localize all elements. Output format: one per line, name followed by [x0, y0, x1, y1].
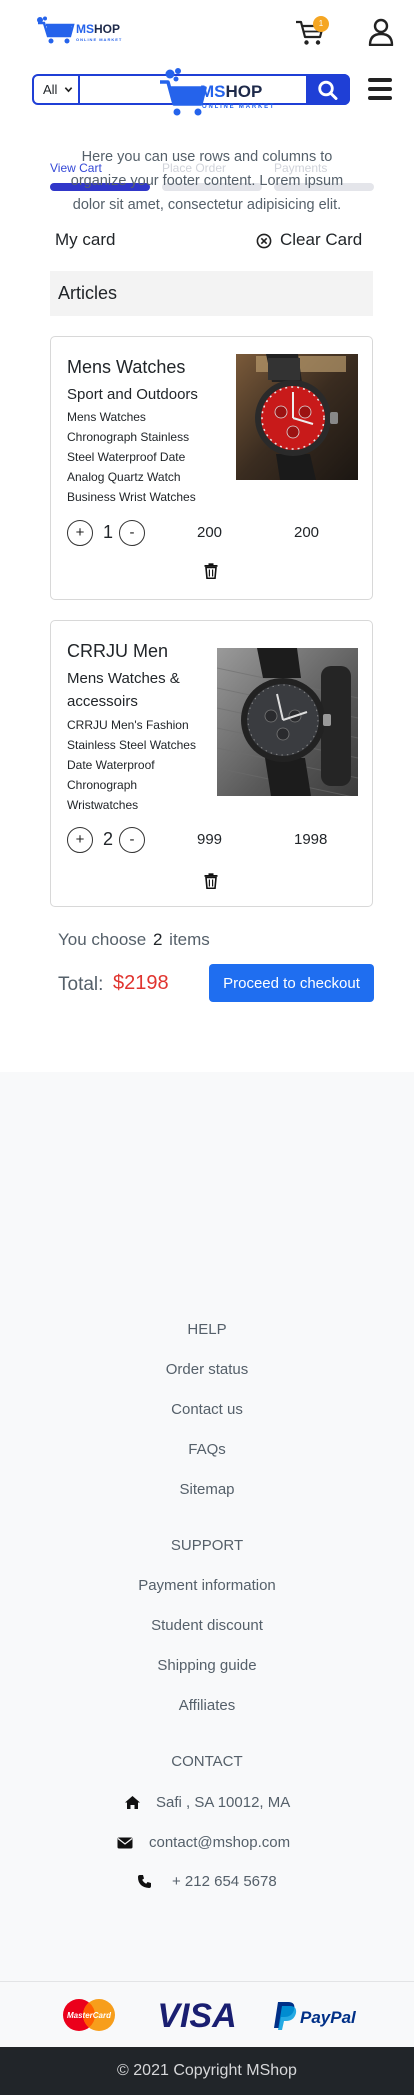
red-watch-image — [236, 354, 358, 480]
footer-link-payment-information[interactable]: Payment information — [0, 1577, 414, 1594]
mastercard-label: MasterCard — [67, 2011, 112, 2020]
decrease-quantity-button[interactable]: - — [119, 827, 145, 853]
increase-quantity-button[interactable]: + — [67, 520, 93, 546]
logo-hop: HOP — [94, 22, 121, 36]
footer-help-heading: HELP — [187, 1321, 227, 1338]
item-description: CRRJU Men's Fashion Stainless Steel Watc… — [67, 715, 196, 815]
footer-link-sitemap[interactable]: Sitemap — [0, 1481, 414, 1498]
item-title: Mens Watches — [67, 357, 186, 377]
item-description: Mens Watches Chronograph Stainless Steel… — [67, 407, 196, 507]
item-quantity: 1 — [103, 522, 114, 542]
item-description-line: Wristwatches — [67, 798, 139, 812]
item-line-total: 200 — [294, 524, 320, 541]
black-watch-image — [217, 648, 358, 796]
cart-count-badge: 1 — [313, 16, 329, 32]
home-icon — [124, 1795, 141, 1815]
visa-icon: VISA — [157, 1997, 236, 2032]
user-account-button[interactable] — [368, 18, 394, 47]
paypal-label: PayPal — [300, 2008, 356, 2027]
mastercard-icon: MasterCard — [63, 1999, 115, 2031]
cart-item: CRRJU Men Mens Watches & accessoirs CRRJ… — [50, 620, 373, 907]
item-description-line: Chronograph — [67, 778, 138, 792]
footer-contact-heading: CONTACT — [171, 1753, 243, 1770]
item-description-line: Stainless Steel Watches — [67, 738, 196, 752]
remove-item-button[interactable] — [204, 563, 218, 580]
item-description-line: Steel Waterproof Date — [67, 450, 186, 464]
item-quantity: 2 — [103, 829, 114, 849]
item-unit-price: 200 — [197, 524, 223, 541]
logo-wordmark: MSHOP — [76, 22, 120, 36]
copyright-bar: © 2021 Copyright MShop — [0, 2047, 414, 2095]
choose-suffix: items — [169, 930, 210, 949]
paypal-icon: PayPal — [274, 2002, 356, 2030]
item-description-line: Mens Watches — [67, 410, 146, 424]
footer-link-student-discount[interactable]: Student discount — [0, 1617, 414, 1634]
footer-email[interactable]: contact@mshop.com — [149, 1834, 290, 1851]
item-description-line: Date Waterproof — [67, 758, 155, 772]
cart-item: Mens Watches Sport and Outdoors Mens Wat… — [50, 336, 373, 600]
trash-icon — [204, 563, 218, 580]
footer-link-order-status[interactable]: Order status — [0, 1361, 414, 1378]
footer-description: Here you can use rows and columns to org… — [70, 149, 344, 213]
product-image[interactable] — [236, 354, 358, 480]
footer-link-contact-us[interactable]: Contact us — [0, 1401, 414, 1418]
item-description-line: Business Wrist Watches — [67, 490, 196, 504]
footer-link-faqs[interactable]: FAQs — [0, 1441, 414, 1458]
user-icon — [368, 18, 394, 47]
footer-link-shipping-guide[interactable]: Shipping guide — [0, 1657, 414, 1674]
logo-hop: HOP — [225, 82, 263, 101]
hamburger-menu-icon[interactable] — [368, 78, 394, 100]
logo-ms: MS — [200, 82, 226, 101]
item-subtitle-line: accessoirs — [67, 693, 138, 710]
product-image[interactable] — [217, 648, 358, 796]
increase-quantity-button[interactable]: + — [67, 827, 93, 853]
phone-icon — [137, 1874, 152, 1894]
logo-tagline: ONLINE MARKET — [76, 37, 123, 42]
items-count-summary: You choose 2 items — [58, 930, 210, 950]
envelope-icon — [117, 1836, 133, 1854]
item-line-total: 1998 — [294, 831, 328, 848]
footer-logo-tagline: ONLINE MARKET — [202, 104, 276, 110]
choose-prefix: You choose — [58, 930, 147, 949]
search-category-select[interactable]: All — [34, 76, 80, 103]
chevron-down-icon — [64, 87, 73, 93]
footer-support-heading: SUPPORT — [170, 1537, 244, 1554]
footer-phone: + 212 654 5678 — [172, 1873, 277, 1890]
logo-ms: MS — [76, 22, 94, 36]
total-value: $2198 — [113, 972, 169, 994]
search-button[interactable] — [306, 74, 350, 105]
clear-card-label: Clear Card — [280, 230, 363, 249]
cart-title: My card — [55, 230, 116, 249]
total-label: Total: — [58, 974, 104, 995]
header: MSHOP ONLINE MARKET 1 — [0, 0, 414, 70]
visa-label: VISA — [157, 1997, 236, 2032]
item-subtitle: Mens Watches & accessoirs — [67, 667, 180, 713]
item-description-line: Chronograph Stainless — [67, 430, 190, 444]
item-description-line: Analog Quartz Watch — [67, 470, 181, 484]
footer-address: Safi , SA 10012, MA — [156, 1794, 291, 1811]
item-subtitle-line: Mens Watches & — [67, 670, 180, 687]
footer-link-affiliates[interactable]: Affiliates — [0, 1697, 414, 1714]
decrease-quantity-button[interactable]: - — [119, 520, 145, 546]
articles-header: Articles — [50, 271, 373, 316]
search-icon — [318, 80, 338, 100]
trash-icon — [204, 873, 218, 890]
close-circle-icon — [256, 233, 272, 249]
item-count: 2 — [152, 930, 163, 949]
proceed-to-checkout-button[interactable]: Proceed to checkout — [209, 964, 374, 1002]
search-category-value: All — [43, 82, 58, 97]
footer-logo-wordmark: MSHOP — [200, 82, 262, 102]
item-description-line: CRRJU Men's Fashion — [67, 718, 189, 732]
item-title: CRRJU Men — [67, 641, 169, 661]
remove-item-button[interactable] — [204, 873, 218, 890]
item-subtitle: Sport and Outdoors — [67, 386, 198, 403]
item-unit-price: 999 — [197, 831, 223, 848]
payment-methods: MasterCard VISA PayPal — [0, 1982, 414, 2047]
